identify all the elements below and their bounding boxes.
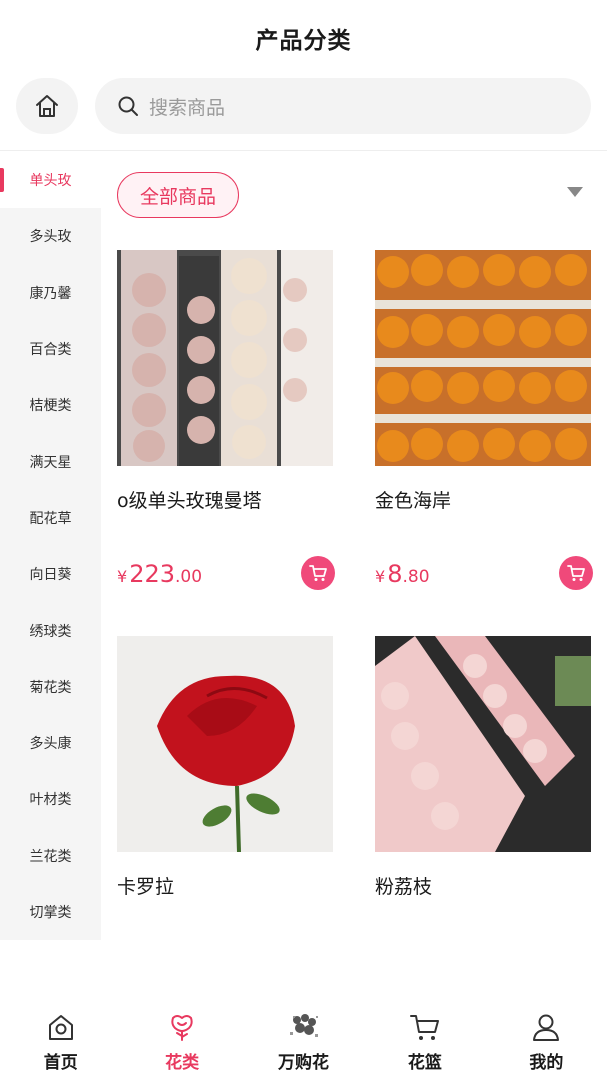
flower-icon (171, 1015, 193, 1041)
triangle-down-icon (567, 187, 583, 197)
cart-icon (309, 565, 327, 581)
sidebar-item-label: 向日葵 (29, 567, 72, 584)
currency-symbol: ¥ (117, 567, 128, 586)
home-button[interactable] (16, 78, 78, 134)
basket-icon (409, 1015, 439, 1040)
sidebar-item-single-rose[interactable]: 单头玫 (0, 152, 101, 209)
product-name: o级单头玫瑰曼塔 (117, 490, 262, 512)
sidebar-item-label: 百合类 (29, 342, 72, 359)
search-icon (118, 96, 138, 116)
sidebar-item-label: 配花草 (29, 510, 72, 527)
search-input[interactable]: 搜索商品 (95, 78, 591, 134)
sidebar-item-carnation[interactable]: 康乃馨 (0, 265, 101, 321)
product-image (375, 250, 591, 466)
filter-dropdown-button[interactable] (560, 180, 590, 204)
product-card[interactable]: 卡罗拉 (117, 636, 333, 898)
product-card[interactable]: 金色海岸 ¥ 8 .80 (375, 250, 593, 590)
sidebar-item-label: 多头康 (29, 736, 72, 753)
sidebar-item-sunflower[interactable]: 向日葵 (0, 546, 101, 602)
product-price: ¥ 223 .00 (117, 560, 202, 588)
sidebar-item-babys-breath[interactable]: 满天星 (0, 433, 101, 489)
sidebar-item-bellflower[interactable]: 桔梗类 (0, 377, 101, 433)
sidebar-item-label: 单头玫 (29, 173, 72, 190)
sidebar-item-label: 康乃馨 (29, 285, 72, 302)
sidebar-item-multi-rose[interactable]: 多头玫 (0, 208, 101, 264)
sidebar-item-chrysanthemum[interactable]: 菊花类 (0, 659, 101, 715)
tab-profile[interactable]: 我的 (486, 1000, 607, 1080)
divider (0, 150, 607, 151)
price-integer: 8 (387, 560, 403, 588)
search-row: 搜索商品 (0, 76, 607, 140)
cart-icon (567, 565, 585, 581)
tab-home[interactable]: 首页 (0, 1000, 121, 1080)
tab-label: 首页 (43, 1053, 78, 1073)
product-name: 卡罗拉 (117, 876, 175, 898)
all-products-filter[interactable]: 全部商品 (117, 172, 239, 218)
tab-label: 万购花 (278, 1053, 330, 1073)
sidebar-item-lily[interactable]: 百合类 (0, 321, 101, 377)
home-icon (36, 95, 58, 117)
sidebar-item-label: 满天星 (29, 454, 72, 471)
tab-flowers[interactable]: 花类 (121, 1000, 242, 1080)
product-name: 粉荔枝 (375, 876, 433, 898)
add-to-cart-button[interactable] (559, 556, 593, 590)
search-placeholder: 搜索商品 (149, 96, 226, 119)
price-decimal: .00 (175, 567, 203, 587)
product-card[interactable]: o级单头玫瑰曼塔 ¥ 223 .00 (117, 250, 335, 590)
product-image (117, 250, 333, 466)
sidebar-item-filler[interactable]: 配花草 (0, 490, 101, 546)
sidebar-item-label: 多头玫 (29, 229, 72, 246)
tab-bouquets[interactable]: 万购花 (243, 1000, 364, 1080)
currency-symbol: ¥ (375, 567, 386, 586)
product-image (375, 636, 591, 852)
sidebar-item-multi-carnation[interactable]: 多头康 (0, 715, 101, 771)
price-integer: 223 (129, 560, 175, 588)
sidebar-item-label: 切掌类 (29, 905, 72, 921)
sidebar-item-label: 菊花类 (29, 679, 72, 696)
user-icon (533, 1014, 560, 1041)
add-to-cart-button[interactable] (301, 556, 335, 590)
sidebar-item-hydrangea[interactable]: 绣球类 (0, 602, 101, 658)
sidebar-item-label: 叶材类 (29, 792, 72, 809)
sidebar-item-anthurium[interactable]: 切掌类 (0, 884, 101, 940)
bottom-tab-bar: 首页 花类 万购花 花篮 我的 (0, 1000, 607, 1080)
tab-label: 花类 (165, 1053, 200, 1073)
product-price: ¥ 8 .80 (375, 560, 430, 588)
bouquet-icon (289, 1014, 318, 1037)
tab-label: 我的 (529, 1053, 564, 1073)
tab-basket[interactable]: 花篮 (364, 1000, 485, 1080)
product-name: 金色海岸 (375, 490, 452, 512)
sidebar-item-foliage[interactable]: 叶材类 (0, 771, 101, 827)
category-sidebar: 单头玫 多头玫 康乃馨 百合类 桔梗类 满天星 配花草 向日葵 绣球类 菊花类 … (0, 152, 101, 940)
filter-label: 全部商品 (139, 185, 216, 208)
page-title: 产品分类 (255, 28, 352, 54)
price-decimal: .80 (402, 567, 430, 587)
sidebar-item-label: 兰花类 (29, 848, 72, 865)
tab-label: 花篮 (407, 1053, 442, 1073)
sidebar-item-label: 绣球类 (29, 623, 72, 640)
title-bar: 产品分类 (0, 0, 607, 76)
product-image (117, 636, 333, 852)
product-card[interactable]: 粉荔枝 (375, 636, 591, 898)
home-icon (48, 1015, 73, 1040)
sidebar-item-label: 桔梗类 (29, 398, 72, 415)
sidebar-item-orchid[interactable]: 兰花类 (0, 828, 101, 884)
